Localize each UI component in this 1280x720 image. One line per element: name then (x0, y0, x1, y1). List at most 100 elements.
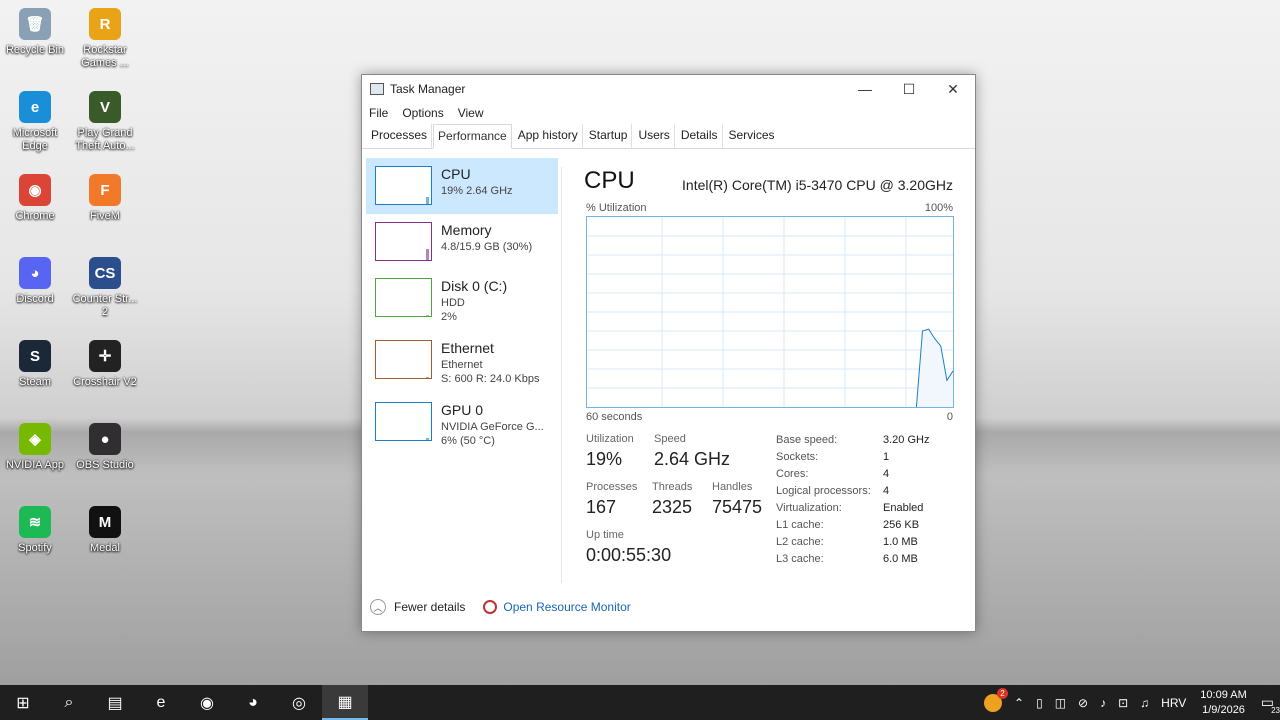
tab-bar: Processes Performance App history Startu… (362, 123, 975, 149)
stat-utilization: Utilization 19% (586, 433, 634, 470)
close-button[interactable]: ✕ (931, 75, 975, 103)
desktop-icon[interactable]: ◉ Chrome (0, 174, 70, 223)
graph-zero-label: 0 (946, 411, 953, 423)
spec-value: 4 (883, 485, 890, 497)
desktop-icon-label: OBS Studio (76, 459, 134, 471)
resource-name: Ethernet (441, 340, 494, 356)
resource-detail: HDD (441, 297, 465, 309)
tab-users[interactable]: Users (633, 123, 675, 148)
spec-key: Sockets: (776, 451, 819, 463)
file-explorer-icon[interactable]: ▤ (92, 685, 138, 720)
app-icon: ◈ (19, 423, 51, 455)
footer: ︿ Fewer details Open Resource Monitor (370, 599, 631, 615)
notification-badge-icon[interactable]: 2 (984, 687, 1009, 712)
window-title: Task Manager (390, 82, 466, 96)
spec-row: Logical processors: 4 (776, 483, 929, 500)
language-indicator[interactable]: HRV (1161, 696, 1186, 710)
microphone-icon[interactable]: ♪ (1100, 696, 1106, 710)
fewer-details-link[interactable]: Fewer details (394, 600, 465, 614)
resource-name: Disk 0 (C:) (441, 278, 508, 294)
task-manager-icon[interactable]: ▦ (322, 685, 368, 720)
start-icon[interactable]: ⊞ (0, 685, 46, 720)
app-icon: 🗑 (19, 8, 51, 40)
tab-app-history[interactable]: App history (513, 123, 583, 148)
desktop-icon[interactable]: S Steam (0, 340, 70, 389)
title-bar[interactable]: Task Manager — ☐ ✕ (362, 75, 975, 103)
menu-file[interactable]: File (369, 106, 388, 120)
battery-icon[interactable]: ▯ (1036, 696, 1043, 710)
chevron-up-icon[interactable]: ︿ (370, 599, 386, 615)
resource-item-disk[interactable]: Disk 0 (C:) HDD 2% (366, 270, 558, 332)
desktop-icon[interactable]: e Microsoft Edge (0, 91, 70, 153)
tab-processes[interactable]: Processes (366, 123, 433, 148)
spec-row: Sockets: 1 (776, 449, 929, 466)
pane-divider (561, 167, 562, 583)
open-resource-monitor-link[interactable]: Open Resource Monitor (503, 600, 630, 614)
obs-icon[interactable]: ◎ (276, 685, 322, 720)
app-icon: ◕ (19, 257, 51, 289)
desktop-icon[interactable]: V Play Grand Theft Auto... (70, 91, 140, 153)
stat-uptime: Up time 0:00:55:30 (586, 529, 671, 566)
resource-name: Memory (441, 222, 492, 238)
desktop-icon[interactable]: 🗑 Recycle Bin (0, 8, 70, 57)
resource-item-memory[interactable]: Memory 4.8/15.9 GB (30%) (366, 214, 558, 270)
desktop-icon[interactable]: F FiveM (70, 174, 140, 223)
clock[interactable]: 10:09 AM 1/9/2026 (1200, 688, 1246, 718)
menu-options[interactable]: Options (402, 106, 443, 120)
utilization-axis-label: % Utilization (586, 202, 647, 214)
desktop-icon[interactable]: CS Counter Str... 2 (70, 257, 140, 319)
resource-name: CPU (441, 166, 471, 182)
notification-center-icon[interactable]: ▭ 23 (1261, 694, 1280, 715)
network-icon[interactable]: ⊡ (1118, 696, 1128, 710)
tab-startup[interactable]: Startup (584, 123, 633, 148)
desktop-icon[interactable]: ◈ NVIDIA App (0, 423, 70, 472)
desktop-icon-label: FiveM (90, 210, 120, 222)
maximize-button[interactable]: ☐ (887, 75, 931, 103)
memory-thumbnail (375, 222, 432, 261)
no-video-icon[interactable]: ⊘ (1078, 696, 1088, 710)
desktop-icon[interactable]: ✛ Crosshair V2 (70, 340, 140, 389)
volume-icon[interactable]: ♫ (1140, 696, 1149, 710)
edge-icon[interactable]: e (138, 685, 184, 720)
app-icon: V (89, 91, 121, 123)
graph-time-label: 60 seconds (586, 411, 643, 423)
desktop-icon[interactable]: M Medal (70, 506, 140, 555)
spec-key: L2 cache: (776, 536, 824, 548)
resource-item-cpu[interactable]: CPU 19% 2.64 GHz (366, 158, 558, 214)
chrome-icon[interactable]: ◉ (184, 685, 230, 720)
tab-performance[interactable]: Performance (433, 124, 512, 149)
resource-detail-2: S: 600 R: 24.0 Kbps (441, 373, 540, 385)
chevron-up-icon[interactable]: ⌃ (1014, 696, 1024, 710)
menu-view[interactable]: View (458, 106, 484, 120)
spec-row: Base speed: 3.20 GHz (776, 432, 929, 449)
spec-key: Base speed: (776, 434, 838, 446)
app-icon: M (89, 506, 121, 538)
stat-label: Utilization (586, 433, 634, 445)
thumbnail-level (426, 437, 429, 440)
desktop-icon-label: Microsoft Edge (12, 127, 58, 152)
badge-count: 2 (997, 687, 1009, 699)
app-icon: F (89, 174, 121, 206)
search-icon[interactable]: ⌕ (46, 685, 92, 720)
tab-services[interactable]: Services (724, 123, 780, 148)
stat-label: Speed (654, 433, 686, 445)
tab-details[interactable]: Details (676, 123, 723, 148)
app-icon: ◉ (19, 174, 51, 206)
discord-icon[interactable]: ◕ (230, 685, 276, 720)
app-icon: e (19, 91, 51, 123)
menu-bar: File Options View (362, 103, 975, 123)
resource-detail-2: 2% (441, 311, 457, 323)
desktop-icon[interactable]: ● OBS Studio (70, 423, 140, 472)
spec-value: 1 (883, 451, 890, 463)
camera-icon[interactable]: ◫ (1055, 696, 1066, 710)
spec-row: L1 cache: 256 KB (776, 517, 929, 534)
desktop-icon-label: NVIDIA App (5, 459, 65, 471)
resource-item-gpu[interactable]: GPU 0 NVIDIA GeForce G... 6% (50 °C) (366, 394, 558, 456)
resource-detail: Ethernet (441, 359, 483, 371)
minimize-button[interactable]: — (843, 75, 887, 103)
spec-row: Cores: 4 (776, 466, 929, 483)
desktop-icon[interactable]: ◕ Discord (0, 257, 70, 306)
desktop-icon[interactable]: ≋ Spotify (0, 506, 70, 555)
resource-item-ethernet[interactable]: Ethernet Ethernet S: 600 R: 24.0 Kbps (366, 332, 558, 394)
desktop-icon[interactable]: R Rockstar Games ... (70, 8, 140, 70)
